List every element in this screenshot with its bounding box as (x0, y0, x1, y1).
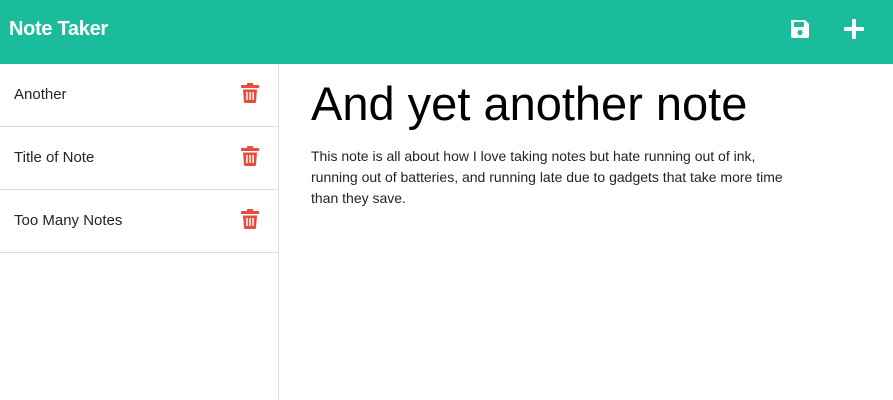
plus-icon (844, 19, 864, 39)
delete-note-button[interactable] (241, 146, 259, 166)
trash-icon (241, 209, 259, 229)
new-note-button[interactable] (841, 16, 867, 42)
save-note-button[interactable] (787, 16, 813, 42)
note-list-item[interactable]: Another (0, 64, 278, 127)
note-list-item-title[interactable]: Too Many Notes (14, 212, 122, 230)
note-title-field[interactable]: And yet another note (311, 76, 747, 132)
note-list-item-title[interactable]: Title of Note (14, 149, 94, 167)
trash-icon (241, 83, 259, 103)
trash-icon (241, 146, 259, 166)
floppy-disk-icon (791, 20, 809, 38)
note-text-area[interactable]: This note is all about how I love taking… (311, 146, 791, 209)
note-list-item[interactable]: Too Many Notes (0, 190, 278, 253)
note-list: Another Title of Note Too Many Notes (0, 64, 279, 400)
note-list-item[interactable]: Title of Note (0, 127, 278, 190)
note-editor: And yet another note This note is all ab… (279, 64, 893, 400)
brand-title[interactable]: Note Taker (9, 17, 108, 41)
delete-note-button[interactable] (241, 209, 259, 229)
note-list-item-title[interactable]: Another (14, 86, 67, 104)
navbar: Note Taker (0, 0, 893, 64)
delete-note-button[interactable] (241, 83, 259, 103)
